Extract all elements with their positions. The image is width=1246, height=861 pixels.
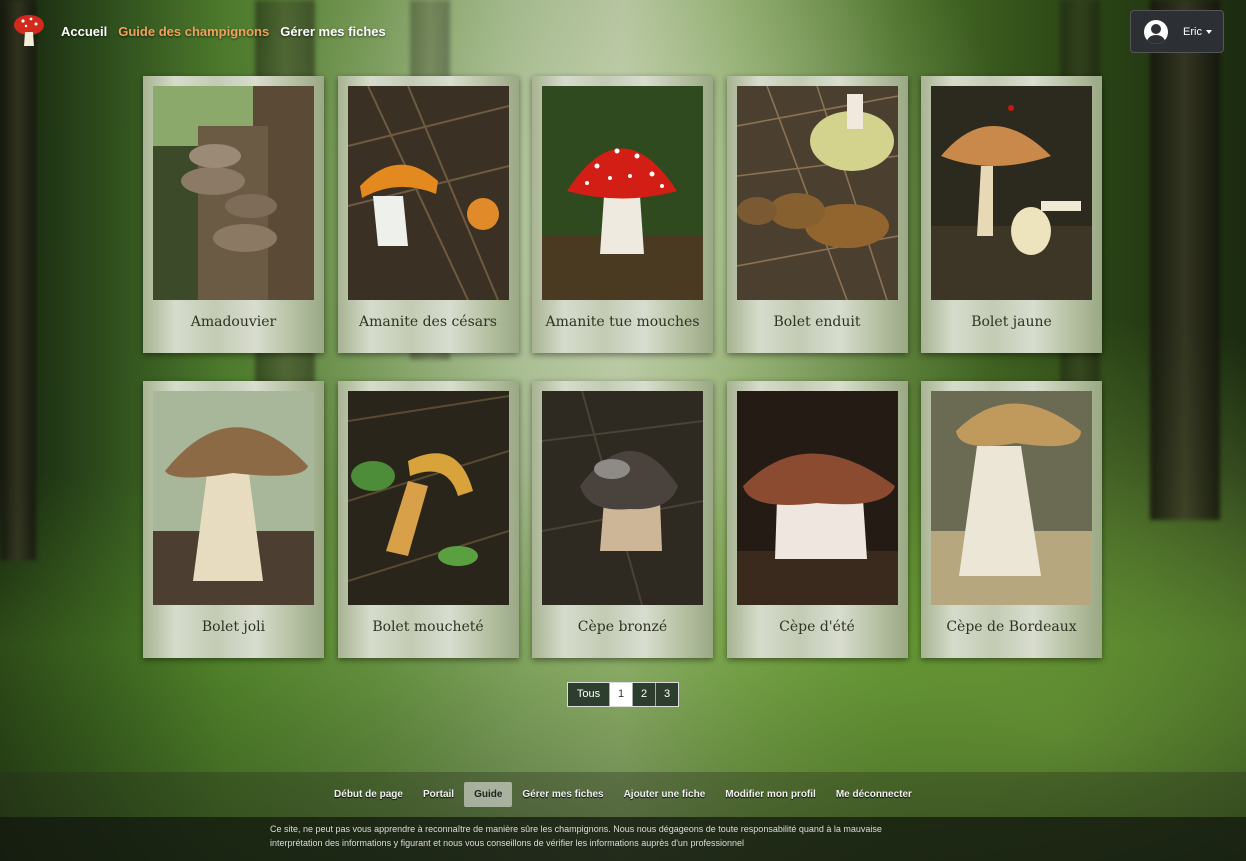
footer-gerer-fiches[interactable]: Gérer mes fiches <box>512 782 613 807</box>
mushroom-card[interactable]: Bolet joli <box>143 381 324 658</box>
mushroom-photo <box>542 391 703 605</box>
page-1[interactable]: 1 <box>609 683 632 706</box>
mushroom-photo <box>153 391 314 605</box>
mushroom-photo <box>931 86 1092 300</box>
mushroom-photo <box>931 391 1092 605</box>
footer-disclaimer-bar: Ce site, ne peut pas vous apprendre à re… <box>0 817 1246 861</box>
footer-debut-page[interactable]: Début de page <box>324 782 413 807</box>
mushroom-name: Bolet enduit <box>773 314 861 330</box>
caret-down-icon <box>1205 29 1212 34</box>
mushroom-photo <box>736 391 898 605</box>
nav-accueil[interactable]: Accueil <box>61 24 107 39</box>
mushroom-card[interactable]: Bolet enduit <box>726 76 908 353</box>
nav-gerer-fiches[interactable]: Gérer mes fiches <box>280 24 386 39</box>
mushroom-card[interactable]: Amadouvier <box>143 76 324 353</box>
mushroom-name: Amanite tue mouches <box>545 314 700 330</box>
mushroom-card[interactable]: Bolet jaune <box>921 76 1102 353</box>
pagination: Tous 1 2 3 <box>567 682 679 707</box>
footer-modifier-profil[interactable]: Modifier mon profil <box>715 782 826 807</box>
mushroom-name: Bolet moucheté <box>372 619 484 635</box>
page-3[interactable]: 3 <box>655 683 678 706</box>
mushroom-card[interactable]: Amanite tue mouches <box>532 76 713 353</box>
footer-ajouter-fiche[interactable]: Ajouter une fiche <box>614 782 716 807</box>
footer-guide[interactable]: Guide <box>464 782 513 807</box>
user-menu-button[interactable]: Eric <box>1130 10 1224 53</box>
navbar: Accueil Guide des champignons Gérer mes … <box>0 0 1246 62</box>
mushroom-name: Amanite des césars <box>358 314 497 330</box>
mushroom-name: Cèpe d'été <box>779 619 855 635</box>
mushroom-name: Bolet jaune <box>971 314 1052 330</box>
mushroom-photo <box>347 391 509 605</box>
user-name: Eric <box>1183 25 1202 38</box>
footer-portail[interactable]: Portail <box>413 782 464 807</box>
mushroom-card[interactable]: Cèpe bronzé <box>532 381 713 658</box>
mushroom-card[interactable]: Amanite des césars <box>337 76 519 353</box>
mushroom-name: Bolet joli <box>201 619 266 635</box>
mushroom-photo <box>736 86 898 300</box>
mushroom-name: Amadouvier <box>190 314 277 330</box>
page-2[interactable]: 2 <box>632 683 655 706</box>
amanita-mushroom-logo[interactable] <box>12 12 46 48</box>
mushroom-card[interactable]: Cèpe d'été <box>726 381 908 658</box>
mushroom-photo <box>542 86 703 300</box>
nav-guide-champignons[interactable]: Guide des champignons <box>118 24 269 39</box>
mushroom-name: Cèpe de Bordeaux <box>946 619 1077 635</box>
footer-nav: Début de page Portail Guide Gérer mes fi… <box>0 772 1246 817</box>
pagination-all[interactable]: Tous <box>568 683 609 706</box>
mushroom-card[interactable]: Cèpe de Bordeaux <box>921 381 1102 658</box>
user-circle-icon <box>1144 19 1168 44</box>
mushroom-card[interactable]: Bolet moucheté <box>337 381 519 658</box>
footer-disclaimer: Ce site, ne peut pas vous apprendre à re… <box>270 824 882 848</box>
mushroom-name: Cèpe bronzé <box>577 619 668 635</box>
mushroom-photo <box>153 86 314 300</box>
mushroom-grid: Amadouvier Amanite des césars Amanite tu… <box>143 76 1103 658</box>
footer-deconnecter[interactable]: Me déconnecter <box>826 782 922 807</box>
mushroom-photo <box>347 86 509 300</box>
